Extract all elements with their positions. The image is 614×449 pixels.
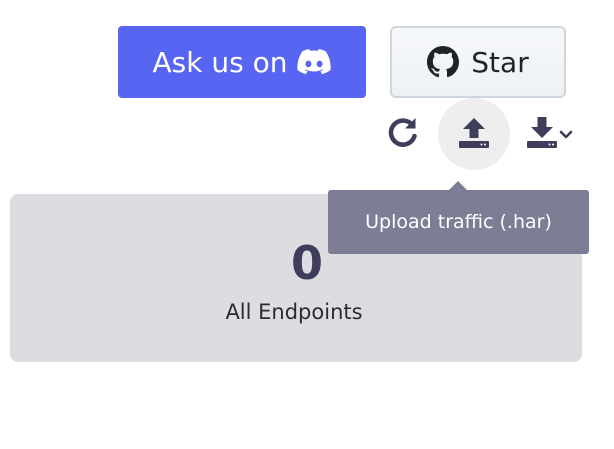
star-button-label: Star: [471, 45, 529, 79]
download-icon: [525, 115, 559, 153]
download-button[interactable]: [520, 110, 578, 158]
refresh-icon: [385, 114, 421, 154]
discord-button-label: Ask us on: [152, 45, 288, 79]
tooltip-arrow: [449, 181, 467, 190]
github-icon: [427, 46, 460, 78]
upload-tooltip: Upload traffic (.har): [328, 190, 589, 254]
chevron-down-icon: [559, 125, 573, 144]
refresh-button[interactable]: [380, 110, 426, 158]
upload-icon: [457, 115, 491, 153]
discord-icon: [297, 49, 332, 75]
github-star-button[interactable]: Star: [390, 26, 566, 98]
page-root: Ask us on Star 0 All Endpoints Upload tr…: [0, 0, 614, 449]
endpoints-label: All Endpoints: [225, 300, 363, 324]
upload-traffic-button[interactable]: [438, 98, 510, 170]
tooltip-text: Upload traffic (.har): [365, 211, 552, 233]
discord-button[interactable]: Ask us on: [118, 26, 366, 98]
